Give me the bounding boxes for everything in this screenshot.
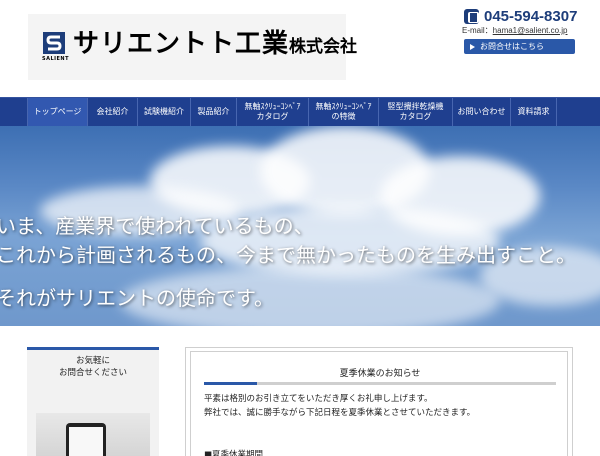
- content-area: お気軽に お問合せください 夏季休業のお知らせ 平素は格別のお引き立てをいただき…: [0, 326, 600, 456]
- nav-item-contact[interactable]: お問い合わせ: [453, 98, 511, 126]
- sidebar-accent-bar: [27, 347, 159, 350]
- nav-item-label-2: カタログ: [256, 112, 289, 121]
- nav-item-label: 無軸ｽｸﾘｭｰｺﾝﾍﾞｱ: [315, 102, 372, 111]
- phone-icon: [464, 8, 479, 24]
- site-header: SALIENT サリエントト工業株式会社 045-594-8307 E-mail…: [0, 0, 600, 97]
- news-divider: [204, 382, 556, 385]
- email-label: E-mail：: [462, 26, 493, 35]
- nav-item-test-machines[interactable]: 試験機紹介: [138, 98, 191, 126]
- salient-logo-icon: [43, 32, 65, 54]
- hero-banner: いま、産業界で使われているもの、 これから計画されるもの、今まで無かったものを生…: [0, 126, 600, 326]
- news-body: 平素は格別のお引き立てをいただき厚くお礼申し上げます。 弊社では、誠に勝手ながら…: [204, 392, 475, 420]
- nav-item-label: 試験機紹介: [144, 107, 184, 116]
- nav-item-label: トップページ: [33, 107, 82, 116]
- hero-text-line3: それがサリエントの使命です。: [0, 286, 274, 310]
- nav-item-label: 無軸ｽｸﾘｭｰｺﾝﾍﾞｱ: [244, 102, 301, 111]
- nav-item-conveyor-catalog[interactable]: 無軸ｽｸﾘｭｰｺﾝﾍﾞｱ カタログ: [237, 98, 309, 126]
- company-name: サリエントト工業株式会社: [73, 28, 357, 63]
- phone-contact[interactable]: 045-594-8307: [464, 7, 577, 25]
- nav-item-company[interactable]: 会社紹介: [88, 98, 138, 126]
- nav-item-label: 資料請求: [517, 107, 550, 116]
- news-body-line2: 弊社では、誠に勝手ながら下記日程を夏季休業とさせていただきます。: [204, 408, 476, 418]
- nav-item-dryer-catalog[interactable]: 竪型攪拌乾燥機 カタログ: [379, 98, 453, 126]
- nav-item-request-docs[interactable]: 資料請求: [511, 98, 557, 126]
- nav-item-label-2: カタログ: [399, 112, 432, 121]
- hero-text-line1: いま、産業界で使われているもの、: [0, 214, 314, 238]
- main-nav: トップページ 会社紹介 試験機紹介 製品紹介 無軸ｽｸﾘｭｰｺﾝﾍﾞｱ カタログ…: [0, 97, 600, 126]
- phone-screen: [69, 427, 103, 456]
- sidebar-title: お気軽に お問合せください: [27, 355, 159, 379]
- news-period-label: ■夏季休業期間: [204, 450, 264, 456]
- nav-item-products[interactable]: 製品紹介: [191, 98, 237, 126]
- smartphone-icon: [66, 423, 106, 456]
- sidebar-title-line1: お気軽に: [75, 356, 110, 366]
- nav-item-label-2: の特徴: [331, 112, 356, 121]
- sidebar-contact-box[interactable]: お気軽に お問合せください: [27, 347, 159, 456]
- news-panel-inner: 夏季休業のお知らせ 平素は格別のお引き立てをいただき厚くお礼申し上げます。 弊社…: [190, 351, 568, 456]
- contact-button-label: お問合せはこちら: [480, 42, 544, 51]
- email-link[interactable]: hama1@salient.co.jp: [493, 26, 568, 35]
- nav-item-label: 製品紹介: [197, 107, 230, 116]
- nav-item-label: 会社紹介: [96, 107, 129, 116]
- news-panel: 夏季休業のお知らせ 平素は格別のお引き立てをいただき厚くお礼申し上げます。 弊社…: [185, 347, 573, 456]
- hero-text-line2: これから計画されるもの、今まで無かったものを生み出すこと。: [0, 243, 576, 267]
- contact-button[interactable]: お問合せはこちら: [464, 39, 575, 54]
- company-name-suffix: 株式会社: [289, 37, 358, 57]
- smartphone-image: [36, 413, 150, 456]
- phone-number: 045-594-8307: [484, 7, 578, 25]
- nav-item-label: お問い合わせ: [457, 107, 506, 116]
- nav-item-conveyor-features[interactable]: 無軸ｽｸﾘｭｰｺﾝﾍﾞｱ の特徴: [309, 98, 379, 126]
- news-body-line1: 平素は格別のお引き立てをいただき厚くお礼申し上げます。: [204, 394, 433, 404]
- logo-subtext: SALIENT: [42, 56, 70, 62]
- nav-item-label: 竪型攪拌乾燥機: [387, 102, 444, 111]
- company-name-main: サリエントト工業: [73, 29, 290, 59]
- nav-item-top[interactable]: トップページ: [27, 98, 88, 126]
- sidebar-title-line2: お問合せください: [58, 368, 127, 378]
- company-logo[interactable]: SALIENT サリエントト工業株式会社: [28, 14, 357, 80]
- email-contact: E-mail：hama1@salient.co.jp: [462, 25, 568, 36]
- arrow-right-icon: [470, 43, 475, 50]
- news-title: 夏季休業のお知らせ: [339, 369, 421, 379]
